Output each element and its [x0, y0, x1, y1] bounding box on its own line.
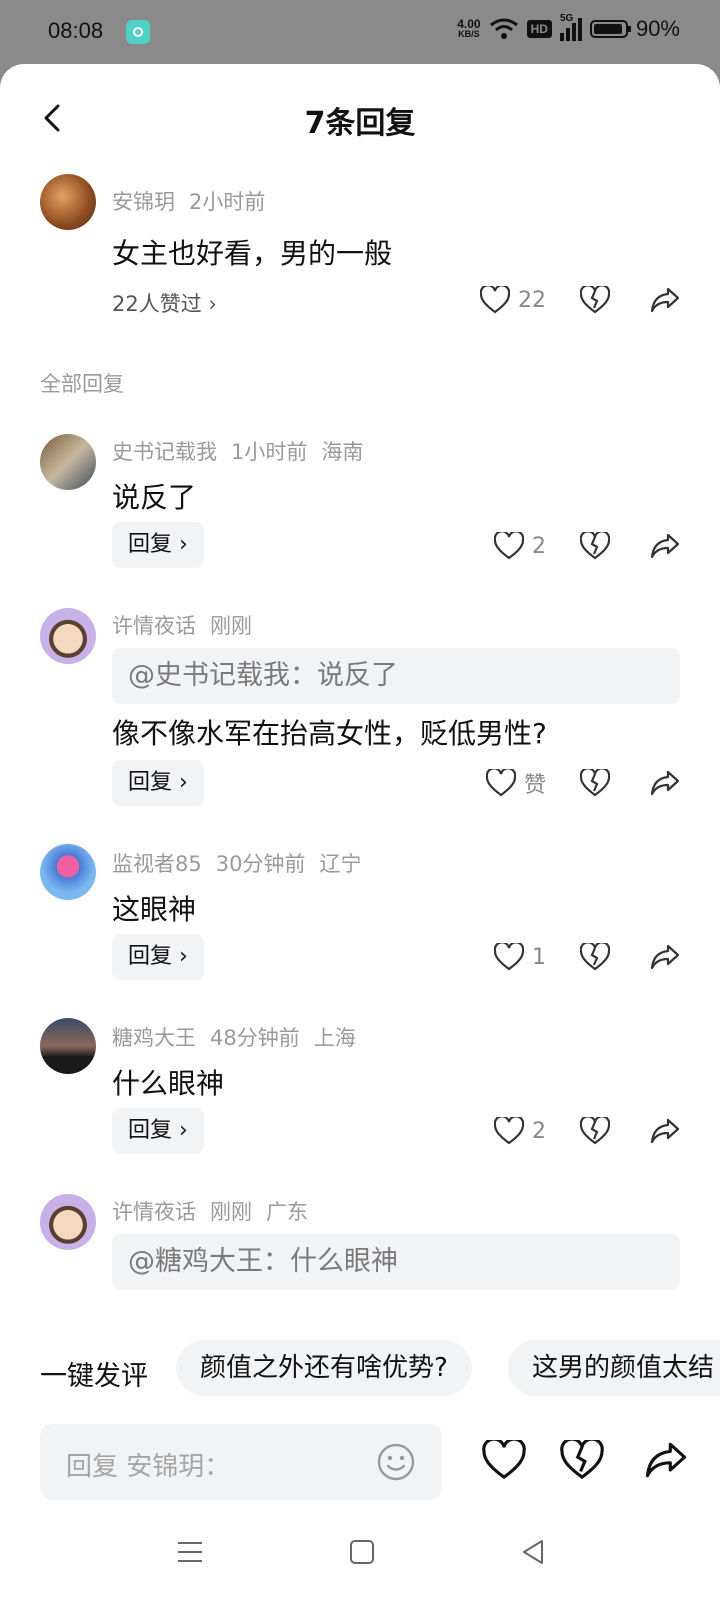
reply-time: 48分钟前	[210, 1026, 300, 1050]
reply-button[interactable]: 回复 ›	[112, 1108, 204, 1154]
share-icon[interactable]	[650, 943, 680, 971]
emoji-icon[interactable]	[376, 1442, 416, 1482]
like-count: 1	[532, 944, 546, 970]
reply-location: 海南	[321, 440, 364, 464]
section-label: 全部回复	[40, 372, 124, 396]
reply-location: 辽宁	[319, 852, 362, 876]
broken-heart-icon[interactable]	[580, 943, 610, 971]
reply-button[interactable]: 回复 ›	[112, 522, 204, 568]
signal-label: 5G	[559, 13, 574, 24]
like-count: 22	[518, 287, 546, 313]
avatar[interactable]	[40, 1018, 96, 1074]
share-icon[interactable]	[650, 532, 680, 560]
reply-meta: 史书记载我 1小时前 海南	[112, 436, 377, 466]
status-bar: 08:08 4.00 KB/S HD 5G 90%	[0, 0, 720, 64]
like-count: 2	[532, 533, 546, 559]
app-notification-icon	[126, 20, 150, 44]
net-speed-unit: KB/S	[458, 29, 480, 39]
reply-author[interactable]: 史书记载我	[112, 440, 217, 464]
reply-time: 刚刚	[210, 1200, 252, 1224]
reply-text: 说反了	[112, 481, 197, 514]
reply-button[interactable]: 回复 ›	[112, 760, 204, 806]
avatar[interactable]	[40, 174, 96, 230]
like-count: 赞	[523, 773, 546, 798]
avatar[interactable]	[40, 434, 96, 490]
avatar[interactable]	[40, 844, 96, 900]
reply-time: 1小时前	[231, 440, 308, 464]
like-button[interactable]: 赞	[485, 767, 546, 799]
quick-comment-chip[interactable]: 颜值之外还有啥优势?	[176, 1340, 472, 1396]
net-speed: 4.00 KB/S	[457, 17, 481, 39]
page-title: 7条回复	[304, 106, 416, 141]
back-nav-icon[interactable]	[520, 1538, 548, 1566]
comment-author[interactable]: 安锦玥	[112, 190, 175, 214]
main-comment-actions: 22	[480, 280, 680, 320]
like-button[interactable]: 22	[480, 286, 546, 314]
reply-meta: 许情夜话 刚刚 广东	[112, 1196, 322, 1226]
reply-author[interactable]: 许情夜话	[112, 1200, 196, 1224]
quick-comment-label: 一键发评	[40, 1361, 148, 1392]
broken-heart-icon[interactable]	[580, 769, 610, 797]
reply-meta: 监视者85 30分钟前 辽宁	[112, 848, 375, 878]
reply-location: 上海	[313, 1026, 356, 1050]
like-button[interactable]: 1	[494, 943, 546, 971]
comment-time: 2小时前	[189, 190, 266, 214]
heart-icon	[480, 286, 510, 314]
broken-heart-icon[interactable]	[580, 286, 610, 314]
reply-meta: 糖鸡大王 48分钟前 上海	[112, 1022, 370, 1052]
likes-summary-link[interactable]: 22人赞过 ›	[112, 288, 217, 318]
reply-input[interactable]: 回复 安锦玥：	[40, 1424, 442, 1500]
reply-author[interactable]: 许情夜话	[112, 614, 196, 638]
quick-comment-chip[interactable]: 这男的颜值太结	[508, 1340, 720, 1396]
share-icon[interactable]	[650, 286, 680, 314]
battery-percent: 90%	[635, 16, 680, 41]
reply-actions: 2	[494, 526, 680, 566]
reply-time: 30分钟前	[215, 852, 306, 876]
wifi-icon	[489, 18, 518, 39]
main-comment-meta: 安锦玥 2小时前	[112, 186, 279, 216]
battery-icon	[589, 20, 631, 38]
reply-meta: 许情夜话 刚刚	[112, 610, 266, 640]
menu-icon[interactable]	[176, 1538, 204, 1566]
heart-icon	[494, 1117, 524, 1145]
share-icon[interactable]	[644, 1440, 688, 1480]
heart-icon	[494, 532, 524, 560]
heart-icon	[494, 943, 524, 971]
reply-actions: 赞	[485, 763, 680, 803]
heart-icon	[485, 769, 516, 797]
reply-text: 这眼神	[112, 893, 197, 926]
reply-input-placeholder: 回复 安锦玥：	[66, 1452, 231, 1482]
quoted-reply: @糖鸡大王：什么眼神	[112, 1234, 680, 1290]
like-button[interactable]: 2	[494, 1117, 546, 1145]
broken-heart-icon[interactable]	[560, 1440, 604, 1480]
hd-badge: HD	[526, 20, 552, 38]
like-count: 2	[532, 1118, 546, 1144]
reply-author[interactable]: 监视者85	[112, 852, 202, 876]
broken-heart-icon[interactable]	[580, 1117, 610, 1145]
reply-location: 广东	[266, 1200, 308, 1224]
reply-text: 什么眼神	[112, 1067, 225, 1100]
quick-comment-bar: 一键发评 颜值之外还有啥优势? 这男的颜值太结	[0, 1340, 720, 1400]
list-cutoff	[0, 1292, 720, 1336]
quoted-reply: @史书记载我：说反了	[112, 648, 680, 704]
like-button[interactable]: 2	[494, 532, 546, 560]
reply-author[interactable]: 糖鸡大王	[112, 1026, 196, 1050]
reply-actions: 2	[494, 1111, 680, 1151]
broken-heart-icon[interactable]	[580, 532, 610, 560]
heart-icon[interactable]	[482, 1440, 526, 1480]
net-speed-value: 4.00	[457, 17, 481, 31]
avatar[interactable]	[40, 1194, 96, 1250]
sheet-header: 7条回复	[0, 64, 720, 174]
reply-time: 刚刚	[210, 614, 252, 638]
share-icon[interactable]	[650, 1117, 680, 1145]
reply-actions: 1	[494, 937, 680, 977]
reply-button[interactable]: 回复 ›	[112, 934, 204, 980]
main-comment-text: 女主也好看，男的一般	[112, 237, 393, 270]
home-icon[interactable]	[348, 1538, 376, 1566]
share-icon[interactable]	[650, 769, 680, 797]
reply-text: 像不像水军在抬高女性，贬低男性?	[112, 717, 547, 750]
avatar[interactable]	[40, 608, 96, 664]
signal-icon: 5G	[559, 13, 582, 41]
status-time: 08:08	[48, 18, 104, 43]
